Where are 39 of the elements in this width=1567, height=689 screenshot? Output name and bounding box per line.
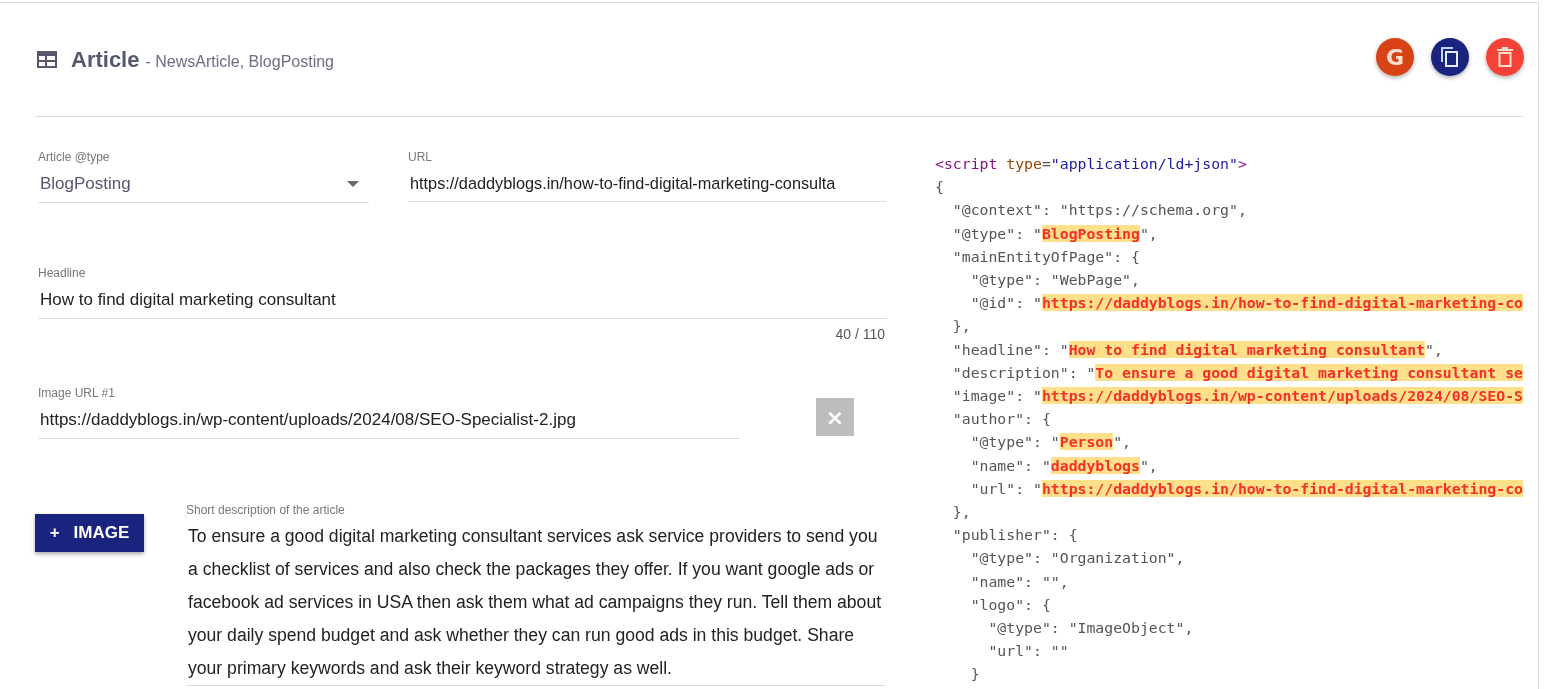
field-label: Headline (38, 266, 87, 280)
table-icon (37, 51, 57, 68)
trash-icon (1497, 47, 1513, 67)
field-label: Image URL #1 (38, 386, 116, 400)
code-line: "author": { (951, 409, 1052, 430)
field-label: URL (408, 150, 433, 164)
headline-field[interactable]: How to find digital marketing consultant (38, 286, 887, 319)
code-line: "@type": "WebPage", (969, 270, 1141, 290)
add-image-button[interactable]: + IMAGE (35, 514, 144, 552)
code-line: }, (951, 502, 972, 523)
article-title: Article (71, 46, 140, 73)
code-line: "@type": "BlogPosting", (951, 223, 1159, 244)
code-line: "publisher": { (951, 525, 1079, 546)
code-line: "@type": "Person", (969, 432, 1132, 453)
code-line: "mainEntityOfPage": { (951, 246, 1141, 267)
code-line: "name": "", (969, 571, 1070, 592)
image-url-field[interactable]: https://daddyblogs.in/wp-content/uploads/2024/08/SEO-Specialist-2.jpg (38, 406, 740, 439)
caret-icon (347, 181, 359, 187)
delete-button[interactable] (1486, 38, 1524, 76)
code-line: "@type": "Organization", (969, 548, 1186, 569)
url-field[interactable]: https://daddyblogs.in/how-to-find-digital-marketing-consulta (408, 170, 886, 202)
code-line: "@type": "ImageObject", (987, 618, 1195, 639)
code-line: } (969, 664, 981, 685)
field-label: Short description of the article (186, 503, 346, 517)
code-line: <script type="application/ld+json"> (935, 154, 1248, 174)
copy-button[interactable] (1431, 38, 1469, 76)
character-counter: 40 / 110 (835, 326, 885, 342)
code-line: }, (951, 316, 972, 337)
code-line: "logo": { (969, 594, 1052, 615)
article-subtitle: - NewsArticle, BlogPosting (145, 53, 334, 71)
description-field[interactable]: To ensure a good digital marketing consultant services ask service providers to send you a checklist of services and also check the packages they offer. If you want google ads or facebook ad services in USA then ask them what ad campaigns they run. Tell them about your daily spend budget and ask whether they can run good ads in this budget. Share your primary keywords and ask their keyword strategy as well. (186, 520, 885, 686)
copy-icon (1440, 46, 1460, 68)
type-dropdown[interactable]: BlogPosting (38, 170, 369, 203)
code-line: "@context": "https://schema.org", (951, 200, 1248, 221)
google-button[interactable]: G (1376, 38, 1414, 76)
code-line: "name": "daddyblogs", (969, 455, 1159, 476)
code-line: "url": "" (987, 641, 1070, 662)
field-label: Article @type (38, 150, 111, 164)
code-line: { (935, 177, 945, 198)
